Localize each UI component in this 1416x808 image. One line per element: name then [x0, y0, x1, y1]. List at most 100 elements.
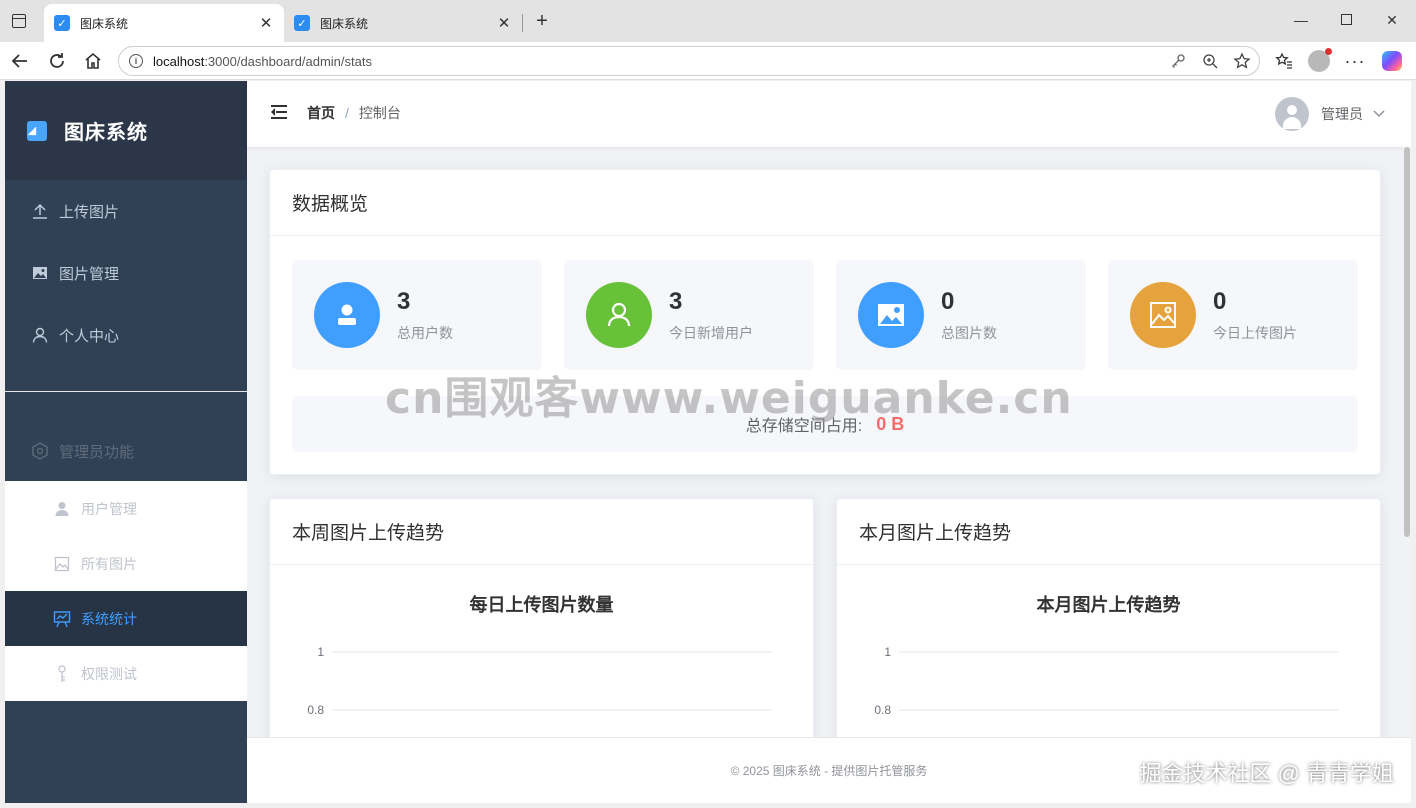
sidebar-divider	[5, 391, 247, 392]
gear-icon	[31, 442, 49, 460]
top-navbar: 首页 / 控制台 管理员	[247, 81, 1411, 147]
main-area: 首页 / 控制台 管理员 数据概览 3 总用户数 3 今日新增用户 0 总图片数…	[247, 81, 1411, 803]
url-host: localhost	[153, 53, 205, 69]
image-icon	[31, 264, 49, 282]
new-tab-icon[interactable]: +	[532, 10, 552, 32]
sidebar-item-images[interactable]: 图片管理	[5, 242, 247, 304]
y-tick-label: 0.8	[307, 703, 324, 717]
address-toolbar: i localhost:3000/dashboard/admin/stats ·…	[0, 42, 1416, 80]
monthly-chart-card: 本月图片上传趋势 本月图片上传趋势 1 0.8	[836, 498, 1381, 778]
stat-label: 今日上传图片	[1213, 325, 1297, 341]
user-icon	[31, 326, 49, 344]
browser-tabbar: ✓ 图床系统 ✕ ✓ 图床系统 ✕ + — ✕	[0, 0, 1416, 42]
chart-title: 每日上传图片数量	[469, 595, 614, 615]
credit-text: 掘金技术社区 @ 青青学姐	[1139, 761, 1394, 786]
checkbox-favicon-icon: ✓	[54, 15, 70, 31]
stat-label: 总图片数	[941, 325, 997, 341]
breadcrumb-separator: /	[345, 105, 349, 121]
picture-icon	[53, 555, 71, 573]
user-filled-icon	[314, 282, 380, 348]
user-dropdown[interactable]: 管理员	[1275, 97, 1385, 131]
logo-icon	[27, 120, 47, 141]
picture-filled-icon	[858, 282, 924, 348]
tab-title: 图床系统	[80, 16, 129, 31]
watermark-text: cn围观客www.weiguanke.cn	[385, 373, 1073, 424]
window-menu-icon[interactable]	[8, 10, 30, 32]
sidebar-group-admin[interactable]: 管理员功能	[5, 421, 247, 481]
tab-title: 图床系统	[320, 16, 369, 31]
home-icon[interactable]	[81, 49, 105, 73]
chevron-down-icon	[1373, 105, 1385, 123]
maximize-icon[interactable]	[1334, 8, 1358, 32]
y-tick-label: 1	[317, 645, 324, 659]
more-menu-icon[interactable]: ···	[1343, 49, 1367, 73]
logo-title: 图床系统	[64, 122, 148, 144]
copilot-icon[interactable]	[1380, 49, 1404, 73]
footer-text: © 2025 图床系统 - 提供图片托管服务	[730, 764, 928, 778]
zoom-icon[interactable]	[1201, 52, 1219, 70]
stat-label: 总用户数	[397, 325, 453, 341]
main-scrollbar[interactable]	[1403, 147, 1411, 737]
overview-card-title: 数据概览	[270, 170, 1380, 236]
y-tick-label: 1	[884, 645, 891, 659]
sidebar-subitem-label: 权限测试	[81, 665, 137, 682]
upload-icon	[31, 202, 49, 220]
y-tick-label: 0.8	[874, 703, 891, 717]
avatar	[1275, 97, 1309, 131]
url-path: :3000/dashboard/admin/stats	[204, 53, 372, 69]
sidebar-logo[interactable]: 图床系统	[5, 81, 247, 180]
breadcrumb: 首页 / 控制台	[307, 103, 401, 123]
monthly-card-title: 本月图片上传趋势	[837, 499, 1380, 565]
favorite-star-icon[interactable]	[1233, 52, 1251, 70]
weekly-card-title: 本周图片上传趋势	[270, 499, 813, 565]
tab-close-icon[interactable]: ✕	[496, 14, 512, 32]
stat-value: 0	[941, 288, 955, 315]
sidebar-subitem-label: 用户管理	[81, 500, 137, 517]
browser-tab-active[interactable]: ✓ 图床系统 ✕	[44, 4, 284, 42]
key-icon[interactable]	[1169, 52, 1187, 70]
sidebar-subitem-stats[interactable]: 系统统计	[5, 591, 247, 646]
weekly-chart-card: 本周图片上传趋势 每日上传图片数量 1 0.8	[269, 498, 814, 778]
url-input[interactable]: i localhost:3000/dashboard/admin/stats	[118, 46, 1260, 76]
sidebar-item-label: 个人中心	[59, 327, 120, 345]
username: 管理员	[1321, 106, 1363, 122]
stat-value: 0	[1213, 288, 1227, 315]
favorites-icon[interactable]	[1272, 49, 1296, 73]
stat-new-users-today: 3 今日新增用户	[564, 260, 814, 370]
minimize-icon[interactable]: —	[1289, 8, 1313, 32]
sidebar-group-label: 管理员功能	[59, 443, 135, 461]
reload-icon[interactable]	[45, 49, 69, 73]
user-filled-icon	[53, 500, 71, 518]
app-root: 图床系统 上传图片 图片管理 个人中心 管理员功能 用户管理 所有图片 系统统计…	[5, 81, 1411, 803]
tab-close-icon[interactable]: ✕	[258, 14, 274, 32]
breadcrumb-current: 控制台	[358, 105, 401, 121]
sidebar: 图床系统 上传图片 图片管理 个人中心 管理员功能 用户管理 所有图片 系统统计…	[5, 81, 247, 803]
stat-value: 3	[397, 288, 411, 315]
picture-icon	[1130, 282, 1196, 348]
key-icon	[53, 664, 71, 683]
overview-card: 数据概览 3 总用户数 3 今日新增用户 0 总图片数 0 今日上传图片 总存储…	[269, 169, 1381, 475]
stat-total-images: 0 总图片数	[836, 260, 1086, 370]
site-info-icon[interactable]: i	[129, 54, 143, 68]
stat-uploads-today: 0 今日上传图片	[1108, 260, 1358, 370]
browser-tab[interactable]: ✓ 图床系统 ✕	[284, 4, 522, 42]
sidebar-item-upload[interactable]: 上传图片	[5, 180, 247, 242]
sidebar-subitem-permission-test[interactable]: 权限测试	[5, 646, 247, 701]
stats-icon	[53, 610, 71, 628]
user-icon	[586, 282, 652, 348]
sidebar-subitem-all-images[interactable]: 所有图片	[5, 536, 247, 591]
close-window-icon[interactable]: ✕	[1380, 8, 1404, 32]
sidebar-toggle-icon[interactable]	[271, 105, 289, 121]
sidebar-item-label: 上传图片	[59, 203, 120, 221]
back-icon[interactable]	[8, 49, 32, 73]
sidebar-subitem-label: 系统统计	[81, 610, 137, 627]
sidebar-subitem-users[interactable]: 用户管理	[5, 481, 247, 536]
stat-value: 3	[669, 288, 683, 315]
sidebar-subitem-label: 所有图片	[81, 555, 137, 572]
profile-avatar-icon[interactable]	[1307, 48, 1332, 73]
tab-separator	[522, 14, 523, 32]
chart-title: 本月图片上传趋势	[1036, 595, 1181, 615]
sidebar-item-profile[interactable]: 个人中心	[5, 304, 247, 366]
breadcrumb-home[interactable]: 首页	[307, 103, 335, 123]
checkbox-favicon-icon: ✓	[294, 15, 310, 31]
